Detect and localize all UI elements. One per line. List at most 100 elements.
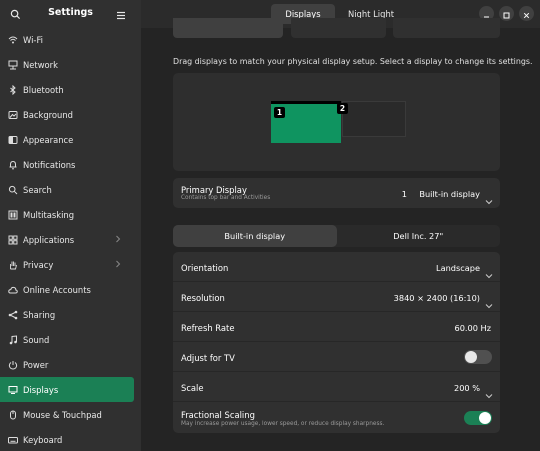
chevron-down-icon [485,190,493,209]
primary-display-row[interactable]: Primary Display Contains top bar and Act… [173,178,500,208]
resolution-label: Resolution [181,293,225,303]
fractional-scaling-sublabel: May increase power usage, lower speed, o… [181,421,385,427]
sidebar-item-label: Network [23,59,58,70]
monitor-2[interactable]: 2 [337,101,406,137]
primary-display-card: Primary Display Contains top bar and Act… [173,178,500,208]
adjust-for-tv-label: Adjust for TV [181,353,235,363]
sidebar-item-network[interactable]: Network [0,52,134,77]
toggle-knob [465,351,477,363]
chevron-down-icon [485,294,493,313]
display-selector: Built-in display Dell Inc. 27" [173,225,500,247]
sidebar-item-keyboard[interactable]: Keyboard [0,427,134,451]
sidebar-item-search[interactable]: Search [0,177,134,202]
sidebar-item-label: Sharing [23,309,56,320]
adjust-for-tv-toggle[interactable] [464,350,492,364]
chevron-right-icon [115,235,121,245]
resolution-row[interactable]: Resolution 3840 × 2400 (16:10) [173,282,500,312]
tab-dell-27[interactable]: Dell Inc. 27" [337,225,501,247]
mouse-icon [8,410,18,420]
primary-display-value: Built-in display [419,189,480,199]
scale-label: Scale [181,383,204,393]
tab-built-in-display[interactable]: Built-in display [173,225,337,247]
resolution-value: 3840 × 2400 (16:10) [393,293,480,303]
sidebar-item-label: Mouse & Touchpad [23,409,102,420]
orientation-label: Orientation [181,263,229,273]
toggle-knob [479,412,491,424]
sidebar-item-privacy[interactable]: Privacy [0,252,134,277]
fractional-scaling-toggle[interactable] [464,411,492,425]
sidebar-item-sharing[interactable]: Sharing [0,302,134,327]
mode-option-join[interactable] [173,18,283,38]
sidebar: Settings Wi-Fi Network Bluetooth Backgro… [0,0,141,451]
sidebar-item-label: Privacy [23,259,54,270]
arrangement-instruction: Drag displays to match your physical dis… [173,57,533,66]
sidebar-item-label: Wi-Fi [23,34,43,45]
privacy-hand-icon [8,260,18,270]
multitasking-icon [8,210,18,220]
displays-page: Drag displays to match your physical dis… [141,18,540,451]
sidebar-item-applications[interactable]: Applications [0,227,134,252]
monitor-number: 1 [274,107,285,118]
refresh-rate-label: Refresh Rate [181,323,235,333]
music-note-icon [8,334,18,345]
fractional-scaling-label: Fractional Scaling [181,410,255,420]
maximize-icon [503,4,510,23]
cloud-icon [8,285,18,295]
orientation-value: Landscape [436,263,480,273]
chevron-right-icon [115,260,121,270]
scale-row[interactable]: Scale 200 % [173,372,500,402]
applications-icon [8,235,18,245]
mode-option-single[interactable] [393,18,500,38]
fractional-scaling-row: Fractional Scaling May increase power us… [173,402,500,433]
share-icon [8,310,18,320]
sidebar-item-background[interactable]: Background [0,102,134,127]
sidebar-header: Settings [0,0,141,28]
search-icon [8,185,18,195]
sidebar-item-wifi[interactable]: Wi-Fi [0,27,134,52]
sidebar-item-power[interactable]: Power [0,352,134,377]
primary-display-sublabel: Contains top bar and Activities [181,195,271,201]
scale-value: 200 % [453,383,480,393]
keyboard-icon [8,435,18,445]
bluetooth-icon [8,84,18,95]
mode-option-mirror[interactable] [291,18,386,38]
chevron-down-icon [485,264,493,283]
monitor-1[interactable]: 1 [271,101,341,143]
background-icon [8,110,18,120]
display-settings-card: Orientation Landscape Resolution 3840 × … [173,252,500,433]
sidebar-item-label: Background [23,109,73,120]
close-icon [523,4,530,23]
refresh-rate-value: 60.00 Hz [454,323,492,333]
adjust-for-tv-row: Adjust for TV [173,342,500,372]
sidebar-item-label: Sound [23,334,50,345]
maximize-button[interactable] [499,6,514,21]
sidebar-item-label: Search [23,184,52,195]
network-icon [8,60,18,70]
power-icon [8,360,18,370]
menu-button[interactable] [111,4,131,24]
sidebar-item-label: Displays [23,384,59,395]
sidebar-item-label: Notifications [23,159,76,170]
sidebar-item-label: Power [23,359,49,370]
sidebar-item-appearance[interactable]: Appearance [0,127,134,152]
close-button[interactable] [519,6,534,21]
sidebar-item-label: Appearance [23,134,74,145]
sidebar-item-notifications[interactable]: Notifications [0,152,134,177]
chevron-down-icon [485,384,493,403]
orientation-row[interactable]: Orientation Landscape [173,252,500,282]
sidebar-item-online-accounts[interactable]: Online Accounts [0,277,134,302]
monitor-number: 2 [337,103,348,114]
appearance-icon [8,135,18,145]
refresh-rate-row: Refresh Rate 60.00 Hz [173,312,500,342]
hamburger-menu-icon [116,5,126,24]
sidebar-item-label: Multitasking [23,209,75,220]
sidebar-item-multitasking[interactable]: Multitasking [0,202,134,227]
sidebar-item-sound[interactable]: Sound [0,327,134,352]
sidebar-item-label: Applications [23,234,75,245]
wifi-icon [8,35,18,45]
primary-display-label: Primary Display [181,185,247,195]
sidebar-item-mouse-touchpad[interactable]: Mouse & Touchpad [0,402,134,427]
primary-display-number: 1 [401,189,407,199]
sidebar-item-bluetooth[interactable]: Bluetooth [0,77,134,102]
sidebar-item-displays[interactable]: Displays [0,377,134,402]
